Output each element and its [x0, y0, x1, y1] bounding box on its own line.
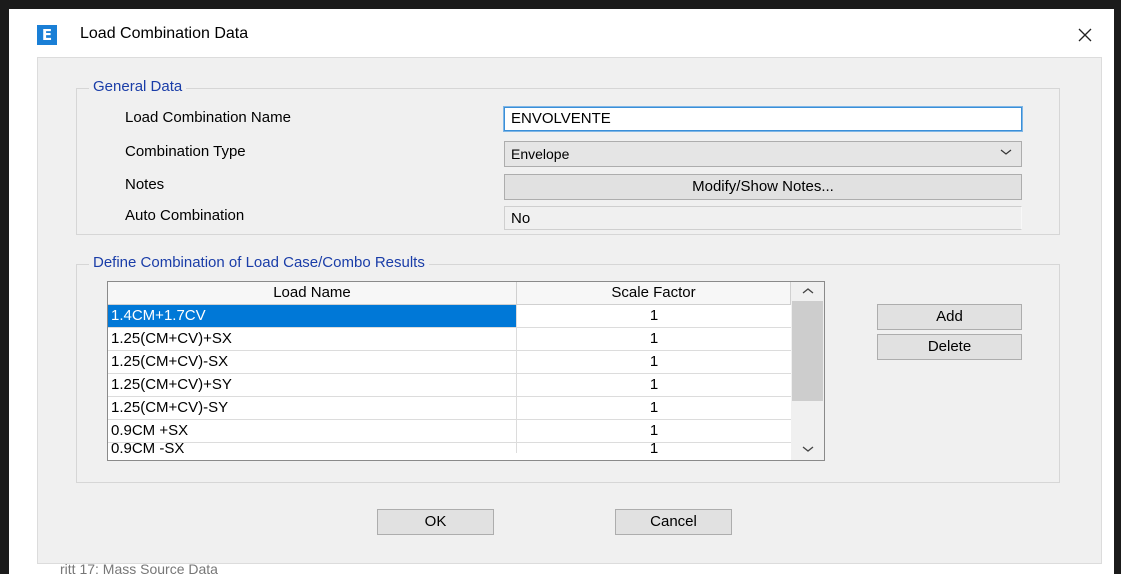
- table-row[interactable]: 1.25(CM+CV)-SX 1: [108, 351, 791, 374]
- scroll-thumb[interactable]: [792, 301, 823, 401]
- load-name-cell[interactable]: 1.4CM+1.7CV: [108, 305, 517, 327]
- scroll-down-button[interactable]: [791, 440, 824, 458]
- table-row[interactable]: 0.9CM +SX 1: [108, 420, 791, 443]
- scale-factor-cell[interactable]: 1: [517, 397, 791, 419]
- load-combination-dialog: E Load Combination Data General Data Loa…: [9, 9, 1114, 574]
- etabs-app-icon: E: [37, 25, 57, 45]
- close-button[interactable]: [1067, 20, 1103, 50]
- dialog-title: Load Combination Data: [80, 25, 249, 42]
- general-data-title: General Data: [89, 78, 187, 95]
- load-combination-grid[interactable]: Load Name Scale Factor 1.4CM+1.7CV 1 1.2…: [107, 281, 825, 461]
- close-icon: [1078, 28, 1092, 42]
- load-name-cell[interactable]: 1.25(CM+CV)+SX: [108, 328, 517, 350]
- background-window-right-edge: [1114, 0, 1121, 574]
- scale-factor-cell[interactable]: 1: [517, 328, 791, 350]
- grid-vertical-scrollbar[interactable]: [791, 282, 824, 460]
- load-name-cell[interactable]: 1.25(CM+CV)+SY: [108, 374, 517, 396]
- load-name-cell[interactable]: 1.25(CM+CV)-SX: [108, 351, 517, 373]
- delete-button[interactable]: Delete: [877, 334, 1022, 360]
- modify-show-notes-button[interactable]: Modify/Show Notes...: [504, 174, 1022, 200]
- background-window-text: ritt 17: Mass Source Data: [60, 561, 218, 574]
- auto-combination-label: Auto Combination: [125, 207, 245, 224]
- table-row[interactable]: 0.9CM -SX 1: [108, 443, 791, 453]
- load-combination-name-field[interactable]: ENVOLVENTE: [503, 106, 1023, 132]
- scale-factor-cell[interactable]: 1: [517, 305, 791, 327]
- column-header-scale-factor[interactable]: Scale Factor: [517, 282, 791, 305]
- combination-type-label: Combination Type: [125, 143, 246, 160]
- dialog-client-area: General Data Load Combination Name ENVOL…: [37, 57, 1102, 564]
- notes-label: Notes: [125, 176, 165, 193]
- add-button[interactable]: Add: [877, 304, 1022, 330]
- column-header-load-name[interactable]: Load Name: [108, 282, 517, 305]
- chevron-down-icon: [999, 145, 1013, 162]
- chevron-down-icon: [802, 446, 813, 452]
- table-row[interactable]: 1.25(CM+CV)+SX 1: [108, 328, 791, 351]
- scale-factor-cell[interactable]: 1: [517, 420, 791, 442]
- title-bar[interactable]: E Load Combination Data: [9, 9, 1114, 57]
- combination-type-dropdown[interactable]: Envelope: [504, 141, 1022, 167]
- combination-type-value: Envelope: [511, 146, 570, 162]
- table-row[interactable]: 1.25(CM+CV)+SY 1: [108, 374, 791, 397]
- general-data-group: General Data Load Combination Name ENVOL…: [76, 78, 1060, 235]
- table-row[interactable]: 1.4CM+1.7CV 1: [108, 305, 791, 328]
- load-combination-name-label: Load Combination Name: [125, 109, 291, 126]
- scale-factor-cell[interactable]: 1: [517, 374, 791, 396]
- grid-header: Load Name Scale Factor: [108, 282, 791, 305]
- background-window-edge: [0, 0, 1121, 9]
- scroll-up-button[interactable]: [791, 282, 824, 300]
- define-combination-title: Define Combination of Load Case/Combo Re…: [89, 254, 429, 271]
- load-name-cell[interactable]: 0.9CM -SX: [108, 443, 517, 453]
- scale-factor-cell[interactable]: 1: [517, 351, 791, 373]
- chevron-up-icon: [802, 288, 813, 294]
- load-name-cell[interactable]: 0.9CM +SX: [108, 420, 517, 442]
- table-row[interactable]: 1.25(CM+CV)-SY 1: [108, 397, 791, 420]
- load-name-cell[interactable]: 1.25(CM+CV)-SY: [108, 397, 517, 419]
- background-window-left-edge: [0, 0, 9, 574]
- auto-combination-value: No: [504, 206, 1022, 230]
- ok-button[interactable]: OK: [377, 509, 494, 535]
- cancel-button[interactable]: Cancel: [615, 509, 732, 535]
- scale-factor-cell[interactable]: 1: [517, 443, 791, 453]
